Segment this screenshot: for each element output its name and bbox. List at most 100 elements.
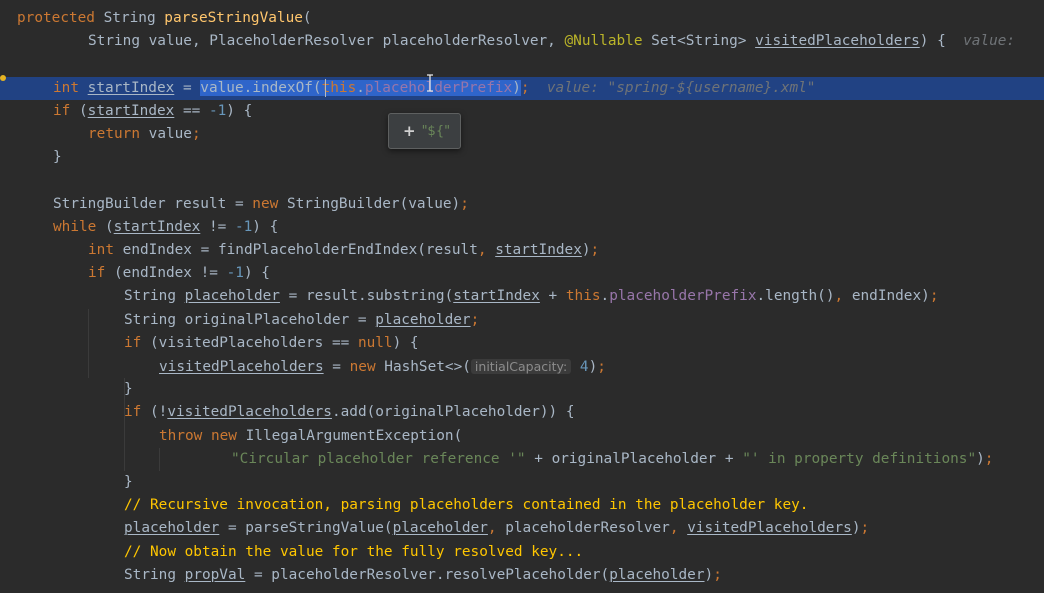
code-line[interactable]: String propVal = placeholderResolver.res…: [0, 564, 1044, 587]
text-caret: [325, 78, 326, 97]
code-token: ;: [984, 450, 994, 467]
code-token: int: [53, 79, 88, 96]
code-token: String value, PlaceholderResolver placeh…: [88, 33, 565, 50]
code-line[interactable]: visitedPlaceholders = new HashSet<>(init…: [0, 355, 1044, 378]
code-token: visitedPlaceholders: [167, 404, 332, 421]
parameter-hint: initialCapacity:: [470, 359, 572, 374]
code-token: String originalPlaceholder =: [124, 311, 376, 328]
indent-guide: [88, 308, 89, 379]
code-token: return: [88, 126, 149, 142]
code-line[interactable]: if (startIndex == -1) {: [0, 100, 1044, 123]
text-cursor-icon: [427, 74, 433, 92]
code-text: visitedPlaceholders = new HashSet<>(init…: [159, 355, 606, 379]
code-line[interactable]: throw new IllegalArgumentException(: [0, 425, 1044, 448]
code-token: null: [357, 334, 393, 351]
code-line[interactable]: while (startIndex != -1) {: [0, 216, 1044, 239]
code-line[interactable]: protected String parseStringValue(: [0, 7, 1044, 30]
code-line[interactable]: [0, 53, 1044, 76]
code-line[interactable]: String value, PlaceholderResolver placeh…: [0, 30, 1044, 53]
code-line[interactable]: "Circular placeholder reference '" + ori…: [0, 448, 1044, 471]
code-line[interactable]: placeholder = parseStringValue(placehold…: [0, 517, 1044, 540]
code-line[interactable]: int endIndex = findPlaceholderEndIndex(r…: [0, 239, 1044, 262]
code-token: ,: [669, 520, 688, 537]
code-token: value: [148, 126, 192, 142]
code-text: int startIndex = value.indexOf(this.plac…: [53, 77, 815, 100]
code-token: startIndex: [113, 218, 201, 235]
code-token: "Circular placeholder reference '": [231, 450, 526, 467]
code-token: if: [88, 265, 114, 282]
code-token: ): [588, 359, 598, 375]
code-text: String originalPlaceholder = placeholder…: [124, 309, 479, 332]
code-token: }: [53, 149, 62, 166]
code-token: ): [976, 450, 985, 467]
code-token: StringBuilder result =: [53, 195, 253, 212]
code-text: String placeholder = result.substring(st…: [124, 285, 938, 308]
code-token: if: [124, 404, 150, 421]
code-token: HashSet<>(: [384, 359, 471, 375]
expand-plus-icon[interactable]: +: [403, 122, 416, 140]
code-line[interactable]: if (visitedPlaceholders == null) {: [0, 332, 1044, 355]
code-token: new: [252, 195, 287, 212]
code-token: ;: [713, 566, 722, 583]
code-token: = placeholderResolver.resolvePlaceholder…: [245, 566, 610, 583]
code-text: "Circular placeholder reference '" + ori…: [231, 448, 993, 471]
current-code-line[interactable]: int startIndex = value.indexOf(this.plac…: [0, 76, 1044, 100]
code-token: endIndex): [851, 288, 930, 305]
code-line[interactable]: String placeholder = result.substring(st…: [0, 285, 1044, 308]
code-token: placeholder: [375, 311, 471, 328]
code-token: =: [323, 359, 350, 375]
code-token: ;: [520, 79, 530, 96]
code-token: ) {: [392, 334, 419, 351]
code-token: startIndex: [495, 242, 582, 258]
code-token: }: [124, 474, 133, 490]
indent-guide: [159, 447, 160, 471]
code-token: ,: [834, 288, 852, 305]
code-text: }: [124, 378, 133, 401]
code-token: startIndex: [87, 79, 175, 96]
code-token: = parseStringValue(: [219, 520, 393, 537]
code-line[interactable]: }: [0, 146, 1044, 169]
code-text: // Recursive invocation, parsing placeho…: [124, 494, 808, 517]
breakpoint-bulb-icon[interactable]: [0, 74, 6, 81]
code-line[interactable]: if (endIndex != -1) {: [0, 262, 1044, 285]
code-token: @Nullable: [564, 33, 652, 50]
code-token: ,: [487, 520, 506, 537]
code-token: "' in property definitions": [742, 450, 977, 467]
tooltip-value: "${": [421, 123, 451, 139]
code-token: String: [124, 288, 185, 305]
code-line[interactable]: return value;: [0, 123, 1044, 146]
code-token: new: [349, 359, 385, 375]
code-token: parseStringValue: [164, 10, 303, 26]
indent-guide: [124, 378, 125, 471]
code-line[interactable]: }: [0, 378, 1044, 401]
code-line[interactable]: [0, 169, 1044, 192]
code-text: if (endIndex != -1) {: [88, 262, 270, 285]
code-token: placeholderPrefix: [609, 288, 757, 305]
code-text: throw new IllegalArgumentException(: [159, 425, 462, 448]
code-token: ) {: [243, 265, 270, 282]
code-line[interactable]: StringBuilder result = new StringBuilder…: [0, 193, 1044, 216]
code-token: = result.substring(: [279, 288, 454, 305]
code-text: while (startIndex != -1) {: [53, 216, 278, 239]
code-token: ;: [590, 242, 600, 258]
code-token: startIndex: [87, 102, 175, 119]
code-line[interactable]: // Now obtain the value for the fully re…: [0, 541, 1044, 564]
code-token: ) {: [919, 33, 964, 50]
code-line[interactable]: }: [0, 471, 1044, 494]
code-token: String: [103, 10, 165, 26]
code-token: ;: [597, 359, 606, 375]
code-token: ;: [470, 311, 480, 328]
code-token: String: [124, 566, 185, 583]
code-editor[interactable]: protected String parseStringValue(String…: [0, 0, 1044, 593]
code-token: .: [356, 79, 365, 96]
code-text: String propVal = placeholderResolver.res…: [124, 564, 722, 587]
code-token: while: [53, 218, 105, 235]
code-token: placeholder: [609, 566, 705, 583]
code-line[interactable]: // Recursive invocation, parsing placeho…: [0, 494, 1044, 517]
code-token: this: [321, 79, 357, 96]
code-token: // Now obtain the value for the fully re…: [124, 543, 584, 560]
code-line[interactable]: String originalPlaceholder = placeholder…: [0, 309, 1044, 332]
code-line[interactable]: if (!visitedPlaceholders.add(originalPla…: [0, 401, 1044, 424]
code-token: !=: [200, 218, 235, 235]
code-text: protected String parseStringValue(: [17, 7, 312, 30]
